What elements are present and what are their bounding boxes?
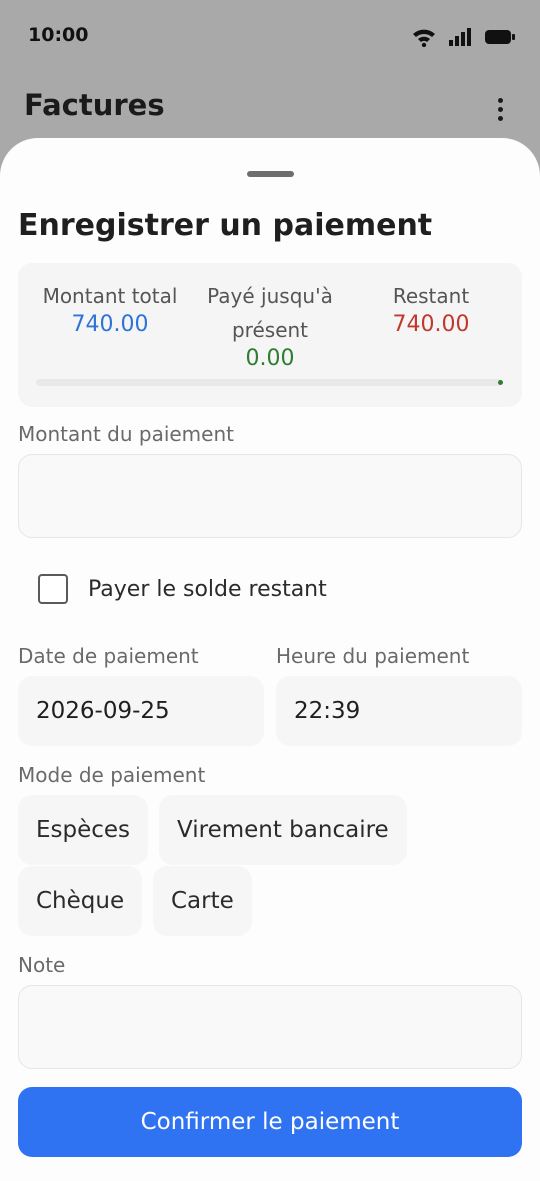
remaining-amount-value: 740.00 [392,312,470,337]
total-amount-label: Montant total [42,284,178,308]
time-field[interactable]: 22:39 [276,676,522,746]
battery-icon [485,30,515,44]
paid-amount-block: Payé jusqu'à présent 0.00 [192,279,348,371]
app-bar: Factures [0,72,540,142]
amount-label: Montant du paiement [18,422,234,446]
payment-progress-bar [36,379,503,386]
confirm-payment-button[interactable]: Confirmer le paiement [18,1087,522,1157]
method-chip-bank-transfer[interactable]: Virement bancaire [159,795,407,865]
pay-remaining-label: Payer le solde restant [88,576,327,602]
sheet-drag-handle[interactable] [247,171,294,177]
status-icons [412,26,516,48]
pay-remaining-row[interactable]: Payer le solde restant [38,574,327,604]
method-chip-cash[interactable]: Espèces [18,795,149,865]
page-title: Factures [24,88,165,122]
more-options-icon[interactable] [488,94,512,124]
date-field[interactable]: 2026-09-25 [18,676,264,746]
paid-amount-label-line2: présent [231,318,309,342]
remaining-amount-label: Restant [392,284,470,308]
paid-amount-label-line1: Payé jusqu'à [207,284,333,308]
note-label: Note [18,953,66,977]
total-amount-value: 740.00 [71,312,149,337]
sheet-title: Enregistrer un paiement [18,208,433,243]
status-bar: 10:00 [0,0,540,72]
payment-summary-card: Montant total 740.00 Payé jusqu'à présen… [18,263,522,407]
amount-input[interactable] [18,454,522,538]
date-label: Date de paiement [18,644,199,668]
payment-method-label: Mode de paiement [18,763,206,787]
payment-progress-indicator [498,380,503,385]
remaining-amount-block: Restant 740.00 [358,279,504,337]
method-chip-cheque[interactable]: Chèque [18,866,143,936]
status-time: 10:00 [28,24,89,46]
signal-icon [449,28,471,46]
note-input[interactable] [18,985,522,1069]
paid-amount-value: 0.00 [245,346,295,371]
method-chip-card[interactable]: Carte [153,866,252,936]
total-amount-block: Montant total 740.00 [36,279,184,337]
payment-bottom-sheet: Enregistrer un paiement Montant total 74… [0,138,540,1181]
pay-remaining-checkbox[interactable] [38,574,68,604]
time-label: Heure du paiement [276,644,470,668]
wifi-icon [413,29,435,47]
